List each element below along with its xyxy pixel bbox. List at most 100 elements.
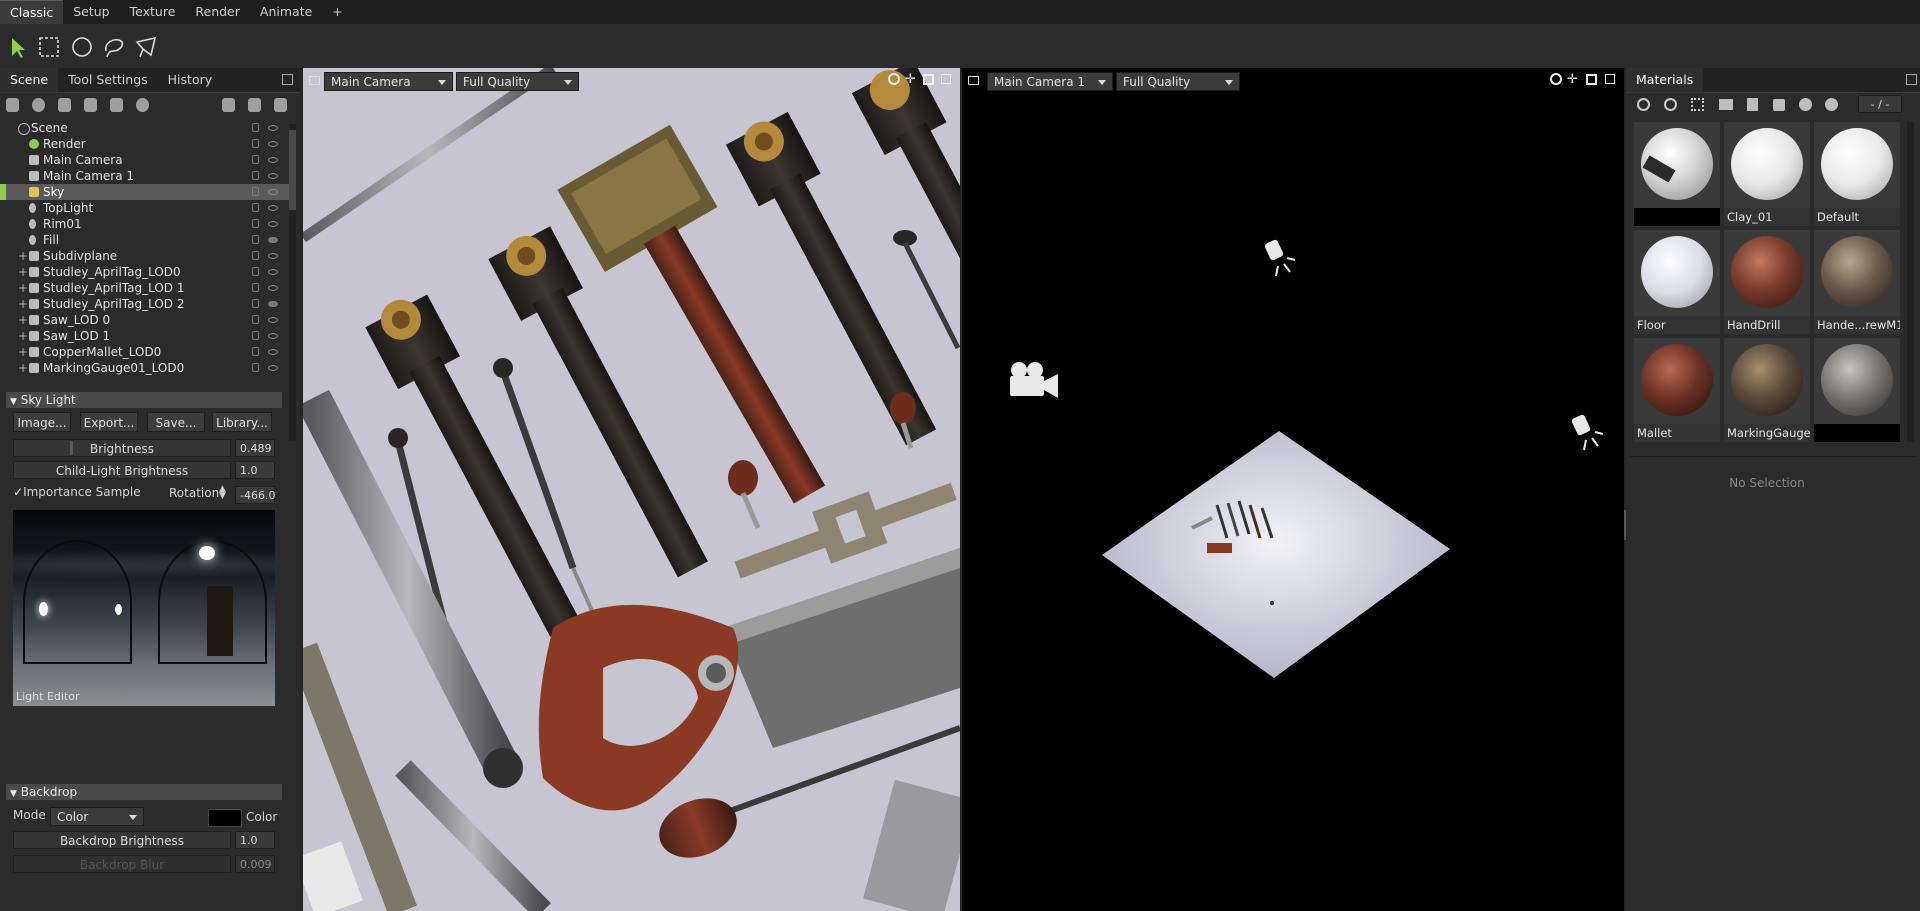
rotation-stepper[interactable]: ▲ ▼: [219, 485, 226, 501]
backdrop-brightness-value[interactable]: 1.0: [235, 831, 275, 849]
camera-icon[interactable]: [309, 76, 320, 85]
material-thumbnail[interactable]: Mallet: [1634, 338, 1720, 442]
pick-material-icon[interactable]: [1773, 99, 1785, 111]
rotation-value[interactable]: -466.0: [235, 486, 275, 504]
color-label: Color: [246, 810, 278, 824]
tree-item-markinggauge[interactable]: + MarkingGauge01_LOD0: [0, 360, 290, 376]
add-shape-icon[interactable]: [110, 98, 123, 112]
child-light-brightness-slider[interactable]: Child-Light Brightness: [13, 461, 231, 479]
tree-item-saw-lod1[interactable]: + Saw_LOD 1: [0, 328, 290, 344]
page-field[interactable]: - / -: [1858, 95, 1902, 113]
divider: [1630, 456, 1916, 457]
tree-item-toplight[interactable]: TopLight: [0, 200, 290, 216]
duplicate-icon[interactable]: [248, 98, 261, 112]
tree-item-saw-lod0[interactable]: + Saw_LOD 0: [0, 312, 290, 328]
materials-scrollbar[interactable]: [1907, 122, 1914, 442]
add-object-icon[interactable]: [6, 98, 19, 112]
tree-item-render[interactable]: Render: [0, 136, 290, 152]
maximize-icon[interactable]: [923, 74, 934, 85]
quality-dropdown[interactable]: Full Quality: [456, 72, 579, 91]
circle-select-icon[interactable]: [70, 35, 94, 59]
tab-scene[interactable]: Scene: [0, 68, 59, 92]
add-tab-button[interactable]: +: [322, 0, 352, 24]
tree-item-main-camera-1[interactable]: Main Camera 1: [0, 168, 290, 184]
folder-icon[interactable]: [222, 98, 235, 112]
move-icon[interactable]: ✛: [905, 73, 916, 86]
save-button[interactable]: Save...: [147, 412, 205, 432]
lasso-select-icon[interactable]: [102, 35, 126, 59]
light-editor-label[interactable]: Light Editor: [16, 690, 80, 703]
material-thumbnail[interactable]: Hande...rewM1: [1814, 230, 1900, 334]
viewport-main-camera[interactable]: Main Camera Full Quality ✛: [303, 68, 960, 911]
tab-texture[interactable]: Texture: [120, 0, 186, 24]
duplicate-material-icon[interactable]: [1664, 98, 1677, 111]
material-thumbnail[interactable]: [1814, 338, 1900, 442]
tree-item-studley-lod0[interactable]: + Studley_AprilTag_LOD0: [0, 264, 290, 280]
tree-item-studley-lod1[interactable]: + Studley_AprilTag_LOD 1: [0, 280, 290, 296]
light-gizmo-icon: [1264, 239, 1296, 277]
tab-setup[interactable]: Setup: [63, 0, 119, 24]
trash-icon[interactable]: [1747, 98, 1758, 111]
folder-icon[interactable]: [1719, 99, 1733, 110]
tree-item-fill[interactable]: Fill: [0, 232, 290, 248]
add-group-icon[interactable]: [84, 98, 97, 112]
select-arrow-icon[interactable]: [6, 35, 30, 59]
material-thumbnail[interactable]: Floor: [1634, 230, 1720, 334]
tab-history[interactable]: History: [158, 68, 222, 92]
export-button[interactable]: Export...: [80, 412, 138, 432]
gear-icon[interactable]: [888, 73, 900, 85]
backdrop-header[interactable]: ▼ Backdrop: [6, 784, 282, 800]
add-material-icon[interactable]: [1637, 98, 1650, 111]
tab-animate[interactable]: Animate: [250, 0, 322, 24]
backdrop-brightness-slider[interactable]: Backdrop Brightness: [13, 831, 231, 849]
tree-item-subdivplane[interactable]: + Subdivplane: [0, 248, 290, 264]
color-swatch[interactable]: [208, 809, 242, 827]
tab-render[interactable]: Render: [185, 0, 250, 24]
tab-classic[interactable]: Classic: [0, 0, 64, 25]
hdri-preview[interactable]: Light Editor: [13, 510, 275, 706]
tree-item-coppermallet[interactable]: + CopperMallet_LOD0: [0, 344, 290, 360]
tree-item-sky[interactable]: Sky: [0, 184, 290, 200]
tree-item-scene[interactable]: Scene: [0, 120, 290, 136]
sky-light-header[interactable]: ▼ Sky Light: [6, 392, 282, 408]
mode-dropdown[interactable]: Color: [50, 807, 144, 826]
tree-scrollbar[interactable]: [289, 124, 296, 441]
tab-materials[interactable]: Materials: [1626, 68, 1704, 92]
tree-item-rim01[interactable]: Rim01: [0, 216, 290, 232]
material-thumbnail[interactable]: Clay_01: [1724, 122, 1810, 226]
apply-icon[interactable]: [1799, 98, 1812, 111]
no-selection-label: No Selection: [1729, 476, 1805, 490]
material-thumbnail[interactable]: [1634, 122, 1720, 226]
material-thumbnail[interactable]: HandDrill: [1724, 230, 1810, 334]
light-gizmo-icon: [1571, 414, 1604, 451]
material-thumbnail[interactable]: Default: [1814, 122, 1900, 226]
popout-icon[interactable]: [282, 74, 293, 85]
camera-gizmo-icon: [1010, 362, 1058, 398]
add-sky-icon[interactable]: [136, 98, 149, 112]
link-icon[interactable]: [1825, 98, 1838, 111]
child-light-brightness-value[interactable]: 1.0: [235, 461, 275, 479]
viewport-main-camera-1[interactable]: Main Camera 1 Full Quality ✛: [962, 68, 1624, 911]
image-button[interactable]: Image...: [13, 412, 71, 432]
checker-icon[interactable]: [1691, 98, 1704, 111]
popout-icon[interactable]: [941, 74, 951, 84]
importance-sample-checkbox[interactable]: ✓Importance Sample: [13, 485, 141, 499]
add-light-icon[interactable]: [32, 98, 45, 112]
tree-item-studley-lod2[interactable]: + Studley_AprilTag_LOD 2: [0, 296, 290, 312]
brightness-slider[interactable]: Brightness: [13, 439, 231, 457]
add-camera-icon[interactable]: [58, 98, 71, 112]
arch-shape: [23, 540, 132, 664]
rectangle-select-icon[interactable]: [37, 35, 61, 59]
camera-dropdown[interactable]: Main Camera: [324, 72, 453, 91]
polygon-select-icon[interactable]: [134, 35, 158, 59]
library-button[interactable]: Library...: [212, 412, 272, 432]
tree-item-main-camera[interactable]: Main Camera: [0, 152, 290, 168]
popout-icon[interactable]: [1906, 74, 1917, 85]
scene-view: [1010, 239, 1604, 678]
selection-toolbar: [0, 24, 1920, 69]
brightness-value[interactable]: 0.489: [235, 439, 275, 457]
material-thumbnail[interactable]: MarkingGauge: [1724, 338, 1810, 442]
tab-tool-settings[interactable]: Tool Settings: [58, 68, 158, 92]
viewport-header: Main Camera Full Quality ✛: [303, 68, 960, 94]
trash-icon[interactable]: [274, 98, 287, 112]
